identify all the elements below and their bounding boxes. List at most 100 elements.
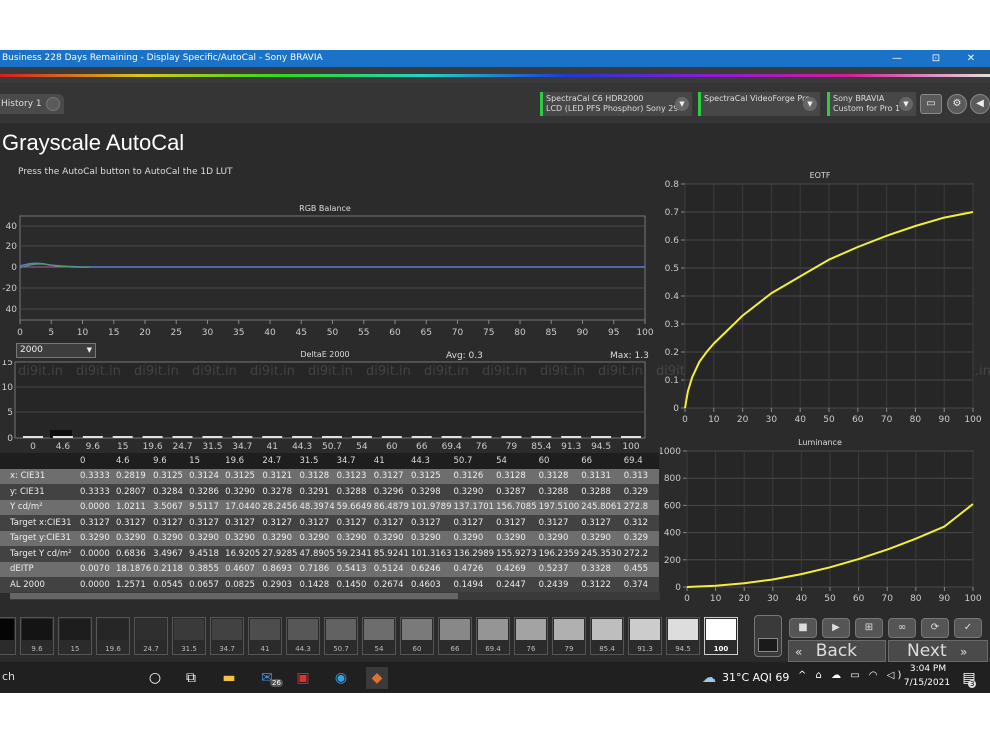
gray-patch[interactable]: 44.3	[286, 617, 320, 655]
x-tick-label: 30	[766, 415, 778, 425]
tray-icons[interactable]: ^ ⌂ ☁ ▭ ◠ ◁)	[798, 670, 904, 681]
patch-nav[interactable]	[754, 615, 782, 657]
task-view-icon[interactable]: ⧉	[180, 667, 202, 689]
gift-icon[interactable]: ▣	[292, 667, 314, 689]
row-label: y: CIE31	[0, 484, 79, 500]
gray-patch[interactable]	[0, 617, 16, 655]
table-cell: 0.3128	[495, 468, 538, 484]
gray-patch[interactable]: 50.7	[324, 617, 358, 655]
stop-button[interactable]: ■	[789, 618, 817, 638]
check-button[interactable]: ✓	[954, 618, 982, 638]
rgb-y-tick: -20	[2, 284, 17, 294]
table-cell: 27.9285	[261, 546, 299, 562]
gray-patch[interactable]: 9.6	[20, 617, 54, 655]
edge-icon[interactable]: ◉	[330, 667, 352, 689]
rgb-x-tick: 15	[108, 328, 119, 338]
start-circle-icon[interactable]: ○	[144, 667, 166, 689]
gray-patch[interactable]: 69.4	[476, 617, 510, 655]
watermark-text: di9it.in	[308, 364, 353, 379]
table-row: Target Y cd/m² 0.0000 0.6836 3.4967 9.4518 16…	[0, 546, 659, 562]
close-button[interactable]: ✕	[954, 50, 988, 67]
gray-patch[interactable]: 94.5	[666, 617, 700, 655]
loop-button[interactable]: ∞	[888, 618, 916, 638]
maximize-button[interactable]: ⊡	[919, 50, 953, 67]
weather-text[interactable]: 31°C AQI 69	[722, 671, 789, 684]
folder-icon[interactable]: ▬	[218, 667, 240, 689]
patch-swatch	[402, 619, 432, 640]
y-tick-label: 0.2	[665, 348, 679, 358]
patch-label: 19.6	[105, 645, 121, 653]
watermark-text: di9it.in	[134, 364, 179, 379]
rgb-x-tick: 30	[202, 328, 214, 338]
table-cell: 0.3290	[224, 530, 262, 546]
add-tab-icon[interactable]	[46, 97, 60, 111]
scrollbar-thumb[interactable]	[10, 593, 458, 599]
back-button[interactable]: « Back	[788, 640, 886, 662]
row-label: AL 2000	[0, 577, 79, 593]
x-tick-label: 100	[964, 415, 981, 425]
y-tick-label: 0.4	[665, 292, 680, 302]
calman-icon[interactable]: ◆	[366, 667, 388, 689]
watermark-text: di9it.in	[482, 364, 527, 379]
table-cell: 0.3296	[372, 484, 410, 500]
deltae-x-tick: 4.6	[56, 442, 71, 450]
back-label: Back	[815, 641, 858, 661]
display-dropdown[interactable]: Sony BRAVIA Custom for Pro 1 ▼	[827, 92, 916, 116]
gray-patch[interactable]: 60	[400, 617, 434, 655]
row-label: Y cd/m²	[0, 499, 79, 515]
table-cell: 1.0211	[115, 499, 153, 515]
patch-label: 100	[713, 645, 729, 653]
table-cell: 0.3290	[452, 484, 496, 500]
gray-patch[interactable]: 91.3	[628, 617, 662, 655]
table-cell: 0.3127	[537, 515, 581, 531]
rgb-x-tick: 85	[546, 328, 557, 338]
source-dropdown[interactable]: SpectraCal VideoForge Pro ▼	[698, 92, 820, 116]
table-cell: 245.8061	[580, 499, 623, 515]
deltae-x-tick: 66	[416, 442, 428, 450]
table-scrollbar[interactable]	[10, 592, 660, 600]
title-bar: Business 228 Days Remaining - Display Sp…	[0, 50, 990, 67]
table-cell: 0.3127	[298, 515, 336, 531]
monitor-icon[interactable]: ▭	[920, 94, 942, 114]
gray-patch[interactable]: 79	[552, 617, 586, 655]
rgb-x-tick: 25	[171, 328, 182, 338]
clock-date[interactable]: 7/15/2021	[902, 678, 952, 688]
table-cell: 155.9273	[495, 546, 538, 562]
gray-patch[interactable]: 19.6	[96, 617, 130, 655]
deltae-x-tick: 44.3	[292, 442, 312, 450]
refresh-button[interactable]: ⟳	[921, 618, 949, 638]
deltae-bar	[52, 436, 73, 438]
column-header: 50.7	[452, 453, 496, 469]
table-cell: 0.3284	[152, 484, 189, 500]
deltae-formula-dropdown[interactable]: 2000 ▼	[16, 343, 96, 358]
rgb-y-tick: 40	[6, 222, 18, 232]
rgb-x-tick: 75	[483, 328, 494, 338]
play-button[interactable]: ▶	[822, 618, 850, 638]
table-row: AL 2000 0.0000 1.2571 0.0545 0.0657 0.0825 0.2…	[0, 577, 659, 593]
search-box[interactable]: ch	[2, 670, 15, 683]
gray-patch[interactable]: 66	[438, 617, 472, 655]
autocal-button[interactable]: ⊞	[855, 618, 883, 638]
deltae-bar	[172, 436, 193, 438]
y-tick-label: 0	[673, 404, 679, 414]
gray-patch[interactable]: 54	[362, 617, 396, 655]
gear-icon[interactable]: ⚙	[947, 94, 967, 114]
clock-time[interactable]: 3:04 PM	[906, 664, 950, 674]
table-cell: 0.4726	[452, 561, 496, 577]
gray-patch[interactable]: 34.7	[210, 617, 244, 655]
gray-patch[interactable]: 31.5	[172, 617, 206, 655]
window-title: Business 228 Days Remaining - Display Sp…	[2, 53, 323, 63]
minimize-button[interactable]: —	[880, 50, 914, 67]
collapse-icon[interactable]: ◀	[970, 94, 990, 114]
gray-patch[interactable]: 100	[704, 617, 738, 655]
meter-dropdown[interactable]: SpectraCal C6 HDR2000 LCD (LED PFS Phosp…	[540, 92, 692, 116]
gray-patch[interactable]: 15	[58, 617, 92, 655]
next-button[interactable]: Next »	[888, 640, 988, 662]
gray-patch[interactable]: 76	[514, 617, 548, 655]
table-cell: 86.4879	[372, 499, 410, 515]
gray-patch[interactable]: 41	[248, 617, 282, 655]
gray-patch[interactable]: 24.7	[134, 617, 168, 655]
tab-history-1[interactable]: History 1	[0, 94, 64, 114]
table-cell: 0.3126	[452, 468, 496, 484]
gray-patch[interactable]: 85.4	[590, 617, 624, 655]
